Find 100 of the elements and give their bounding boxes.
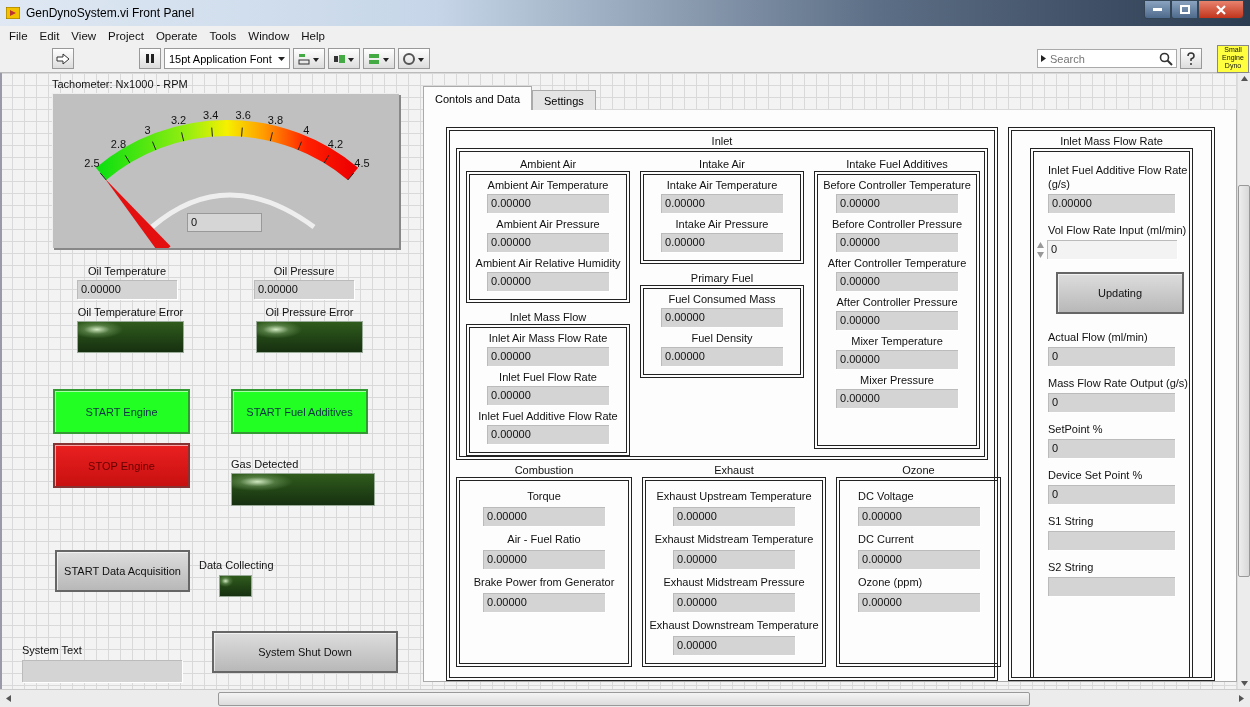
tab[interactable]: Contols and Data: [423, 86, 532, 110]
align-icon: [296, 51, 321, 66]
maximize-button[interactable]: [1171, 0, 1198, 19]
indicator-field: 0.00000: [836, 350, 958, 369]
indicator-field: 0.00000: [673, 550, 795, 569]
shutdown-button[interactable]: System Shut Down: [212, 631, 398, 673]
search-icon: [1159, 52, 1173, 66]
indicator-label: Mass Flow Rate Output (g/s): [1048, 376, 1189, 390]
menu-item[interactable]: Window: [242, 29, 296, 42]
pause-button[interactable]: [139, 48, 161, 69]
indicator-field: 0: [1048, 485, 1175, 504]
menu-item[interactable]: Help: [295, 29, 331, 42]
align-objects-button[interactable]: [292, 48, 325, 69]
up-arrow-icon: [1240, 76, 1248, 81]
indicator-label: Before Controller Pressure: [831, 217, 963, 231]
group-title: Inlet Mass Flow: [509, 311, 587, 324]
distribute-objects-button[interactable]: [327, 48, 360, 69]
indicator-field: 0.00000: [487, 233, 609, 252]
indicator-field: 0.00000: [487, 425, 609, 444]
arrow-icon: [56, 52, 70, 65]
font-dropdown[interactable]: 15pt Application Font: [164, 48, 290, 69]
minimize-button[interactable]: [1144, 0, 1171, 19]
caret-icon: [277, 56, 285, 61]
indicator-field: 0.00000: [858, 593, 980, 612]
menu-item[interactable]: Operate: [149, 29, 204, 42]
led-label: Oil Temperature Error: [77, 305, 184, 319]
scroll-thumb[interactable]: [218, 691, 1030, 706]
close-button[interactable]: [1198, 0, 1244, 19]
scroll-thumb[interactable]: [1238, 185, 1250, 577]
close-icon: [1216, 4, 1226, 15]
search-field[interactable]: Search: [1037, 49, 1177, 68]
menu-item[interactable]: Project: [102, 29, 150, 42]
indicator-label: DC Current: [858, 532, 914, 546]
indicator-field: 0: [1048, 439, 1175, 458]
vertical-scrollbar[interactable]: [1237, 73, 1250, 689]
indicator-label: Oil Temperature: [87, 264, 167, 278]
indicator-field: 0.00000: [483, 507, 605, 526]
indicator-field: 0.00000: [487, 194, 609, 213]
indicator-field: 0.00000: [836, 233, 958, 252]
indicator-label: Inlet Air Mass Flow Rate: [488, 331, 608, 345]
numeric-input[interactable]: 0: [1047, 240, 1177, 259]
app-icon: [6, 7, 20, 19]
indicator-label: After Controller Temperature: [827, 256, 967, 270]
horizontal-scrollbar[interactable]: [0, 689, 1250, 707]
indicator-label: Mixer Pressure: [860, 373, 934, 387]
help-button[interactable]: [1180, 48, 1202, 69]
group-title: Inlet: [711, 135, 733, 148]
text-label: System Text: [22, 643, 83, 657]
minimize-icon: [1153, 8, 1162, 11]
group-title: Primary Fuel: [690, 272, 754, 285]
indicator-label: Torque: [527, 489, 561, 503]
group-title: Intake Air: [699, 158, 745, 171]
indicator-label: Exhaust Upstream Temperature: [656, 489, 812, 503]
indicator-label: Inlet Fuel Additive Flow Rate: [478, 409, 618, 423]
gauge-tick-label: 3.8: [267, 113, 284, 126]
indicator-field: 0.00000: [673, 507, 795, 526]
indicator-label: Fuel Consumed Mass: [668, 292, 776, 306]
caret-icon: [1040, 55, 1046, 62]
menu-item[interactable]: Edit: [33, 29, 66, 42]
menu-item[interactable]: File: [3, 29, 34, 42]
gauge-tick-label: 3.6: [235, 108, 251, 121]
gauge-tick-label: 2.8: [110, 138, 127, 151]
gauge-tick-label: 3: [144, 123, 151, 136]
group-title: Intake Fuel Additives: [846, 158, 948, 171]
indicator-field: 0: [1048, 347, 1175, 366]
updating-button[interactable]: Updating: [1056, 272, 1184, 314]
indicator-label: Intake Air Pressure: [675, 217, 769, 231]
gauge-tick-label: 4.2: [327, 138, 344, 151]
indicator-field: 0: [1048, 393, 1175, 412]
group-title: Exhaust: [714, 464, 754, 477]
menu-item[interactable]: View: [65, 29, 103, 42]
spinner-icon[interactable]: [1036, 240, 1045, 259]
indicator-label: Device Set Point %: [1048, 468, 1144, 482]
reorder-button[interactable]: [397, 48, 430, 69]
tab[interactable]: Settings: [532, 90, 596, 110]
indicator-label: Inlet Fuel Flow Rate: [499, 370, 597, 384]
start-button[interactable]: START Engine: [53, 389, 190, 434]
control-label: Vol Flow Rate Input (ml/min): [1048, 223, 1188, 237]
indicator-label: Intake Air Temperature: [666, 178, 778, 192]
gauge-tick-label: 3.2: [170, 113, 187, 126]
indicator-label: Oil Pressure: [273, 264, 335, 278]
indicator-label: S1 String: [1048, 514, 1095, 528]
indicator-field: 0.00000: [836, 272, 958, 291]
menu-item[interactable]: Tools: [203, 29, 243, 42]
maximize-icon: [1179, 5, 1190, 14]
start-button[interactable]: START Fuel Additives: [231, 389, 368, 434]
indicator-field: 0.00000: [661, 233, 783, 252]
run-button[interactable]: [52, 48, 74, 69]
indicator-label: Ambient Air Relative Humidity: [475, 256, 621, 270]
indicator-label: Inlet Fuel Additive Flow Rate (g/s): [1048, 163, 1189, 191]
right-arrow-icon: [1239, 695, 1244, 702]
indicator-label: Actual Flow (ml/min): [1048, 330, 1149, 344]
start-acquisition-button[interactable]: START Data Acquisition: [55, 550, 190, 592]
gauge-tick-label: 4: [303, 123, 310, 136]
indicator-field: 0.00000: [836, 194, 958, 213]
indicator-label: Air - Fuel Ratio: [507, 532, 581, 546]
indicator-label: Mixer Temperature: [851, 334, 943, 348]
indicator-field: 0.00000: [673, 593, 795, 612]
indicator-field: 0.00000: [483, 593, 605, 612]
indicator-field: 0.00000: [661, 194, 783, 213]
